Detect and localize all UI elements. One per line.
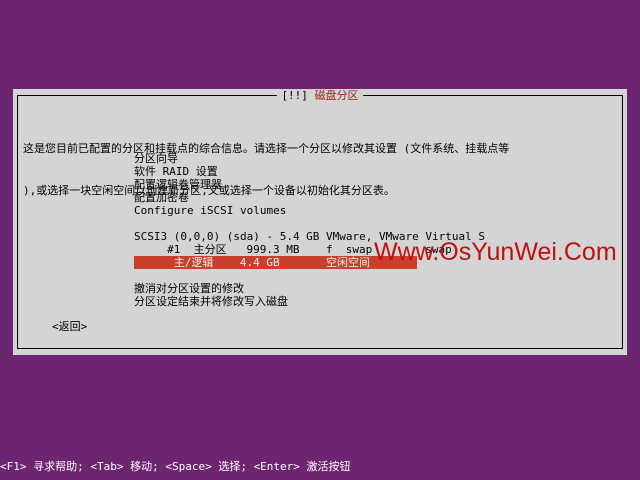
menu-spacer [134, 217, 554, 230]
menu-item-software-raid[interactable]: 软件 RAID 设置 [134, 165, 554, 178]
title-text: 磁盘分区 [314, 89, 359, 102]
back-button[interactable]: <返回> [52, 320, 87, 333]
menu-item-encrypted-volumes[interactable]: 配置加密卷 [134, 191, 554, 204]
status-bar: <F1> 寻求帮助; <Tab> 移动; <Space> 选择; <Enter>… [0, 460, 351, 473]
menu-item-undo[interactable]: 撤消对分区设置的修改 [134, 282, 554, 295]
menu-item-guided-partitioning[interactable]: 分区向导 [134, 152, 554, 165]
menu-spacer [134, 269, 554, 282]
menu-item-lvm[interactable]: 配置逻辑卷管理器 [134, 178, 554, 191]
menu-item-iscsi[interactable]: Configure iSCSI volumes [134, 204, 554, 217]
partition-menu: 分区向导 软件 RAID 设置 配置逻辑卷管理器 配置加密卷 Configure… [134, 152, 554, 308]
partition-dialog: [!!] 磁盘分区 这是您目前已配置的分区和挂载点的综合信息。请选择一个分区以修… [13, 89, 627, 355]
title-warning: [!!] [281, 89, 308, 102]
dialog-title: [!!] 磁盘分区 [277, 89, 363, 103]
watermark: Www.OsYunWei.Com [374, 238, 617, 266]
menu-item-finish[interactable]: 分区设定结束并将修改写入磁盘 [134, 295, 554, 308]
dialog-title-wrap: [!!] 磁盘分区 [13, 89, 627, 103]
